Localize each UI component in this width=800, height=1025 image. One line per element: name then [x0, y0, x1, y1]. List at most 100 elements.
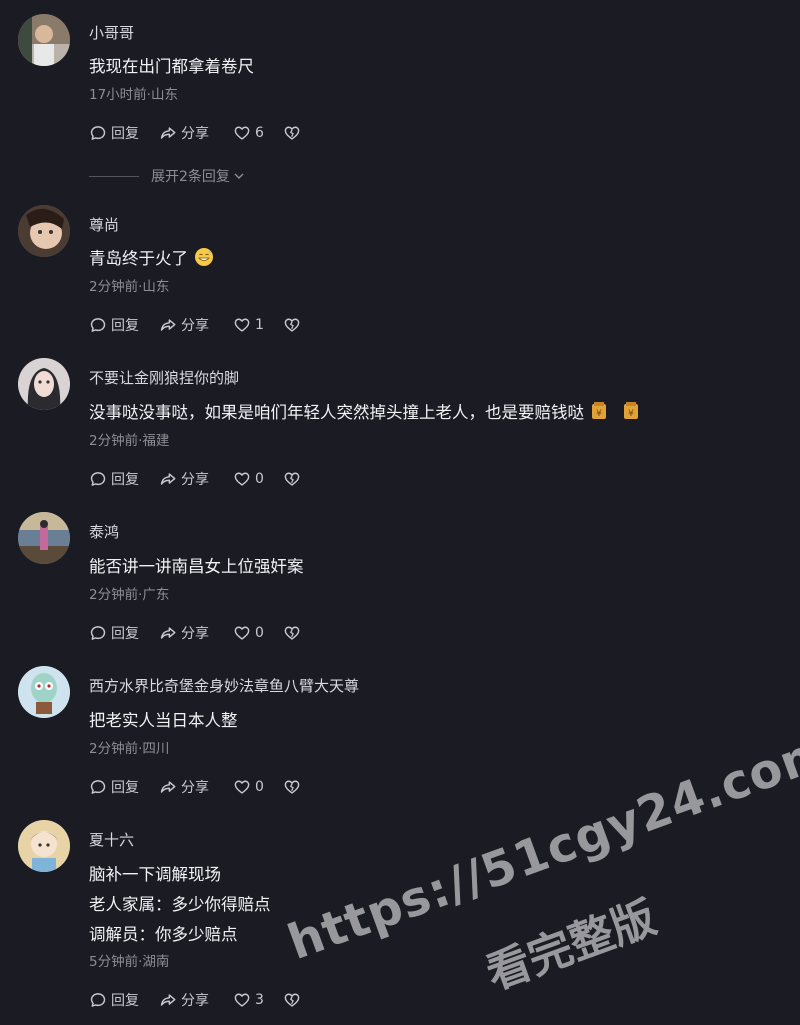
comment-meta: 5分钟前·湖南	[89, 954, 170, 970]
heart-icon	[233, 316, 251, 334]
comment-meta: 2分钟前·广东	[89, 587, 170, 603]
reply-button[interactable]: 回复	[89, 989, 139, 1011]
like-count: 1	[255, 317, 264, 333]
dislike-button[interactable]	[283, 776, 301, 798]
share-icon	[159, 991, 177, 1009]
comment-item: 小哥哥 我现在出门都拿着卷尺 17小时前·山东 回复 分享 6 展开2条回复	[0, 0, 800, 190]
comment-meta: 2分钟前·山东	[89, 279, 170, 295]
comment-actions: 回复 分享 0	[89, 622, 329, 644]
money-bag-emoji-icon: ¥	[624, 402, 638, 419]
username[interactable]: 小哥哥	[89, 22, 134, 43]
comment-actions: 回复 分享 0	[89, 468, 329, 490]
share-icon	[159, 470, 177, 488]
dislike-button[interactable]	[283, 122, 301, 144]
sweat-smile-emoji-icon	[195, 248, 213, 266]
avatar[interactable]	[18, 666, 70, 718]
reply-label: 回复	[111, 472, 139, 488]
reply-button[interactable]: 回复	[89, 776, 139, 798]
reply-button[interactable]: 回复	[89, 122, 139, 144]
comment-meta: 17小时前·山东	[89, 87, 178, 103]
dislike-button[interactable]	[283, 622, 301, 644]
comment-item: 西方水界比奇堡金身妙法章鱼八臂大天尊 把老实人当日本人整 2分钟前·四川 回复 …	[0, 658, 800, 808]
avatar[interactable]	[18, 205, 70, 257]
share-label: 分享	[181, 626, 209, 642]
comment-text: 青岛终于火了	[89, 245, 214, 269]
like-button[interactable]: 6	[233, 122, 264, 144]
dislike-button[interactable]	[283, 989, 301, 1011]
broken-heart-icon	[283, 778, 301, 796]
like-button[interactable]: 0	[233, 622, 264, 644]
reply-button[interactable]: 回复	[89, 622, 139, 644]
like-count: 6	[255, 125, 264, 141]
broken-heart-icon	[283, 991, 301, 1009]
share-button[interactable]: 分享	[159, 776, 209, 798]
comment-meta: 2分钟前·四川	[89, 741, 170, 757]
comment-text-content: 青岛终于火了	[89, 249, 188, 268]
comment-actions: 回复 分享 0	[89, 776, 329, 798]
svg-text:¥: ¥	[596, 409, 602, 419]
avatar[interactable]	[18, 512, 70, 564]
broken-heart-icon	[283, 470, 301, 488]
reply-label: 回复	[111, 993, 139, 1009]
reply-label: 回复	[111, 318, 139, 334]
money-bag-emoji-icon: ¥	[592, 402, 606, 419]
like-button[interactable]: 0	[233, 468, 264, 490]
username[interactable]: 西方水界比奇堡金身妙法章鱼八臂大天尊	[89, 675, 359, 696]
divider	[89, 175, 139, 177]
comment-actions: 回复 分享 3	[89, 989, 329, 1011]
avatar[interactable]	[18, 820, 70, 872]
comment-text: 调解员：你多少赔点	[89, 925, 238, 944]
avatar[interactable]	[18, 358, 70, 410]
expand-replies-label: 展开2条回复	[151, 169, 230, 185]
share-button[interactable]: 分享	[159, 468, 209, 490]
like-button[interactable]: 3	[233, 989, 264, 1011]
comment-actions: 回复 分享 1	[89, 314, 329, 336]
reply-icon	[89, 624, 107, 642]
share-icon	[159, 624, 177, 642]
share-button[interactable]: 分享	[159, 989, 209, 1011]
reply-button[interactable]: 回复	[89, 314, 139, 336]
share-icon	[159, 778, 177, 796]
dislike-button[interactable]	[283, 468, 301, 490]
dislike-button[interactable]	[283, 314, 301, 336]
username[interactable]: 不要让金刚狼捏你的脚	[89, 367, 239, 388]
share-label: 分享	[181, 318, 209, 334]
comment-item: 泰鸿 能否讲一讲南昌女上位强奸案 2分钟前·广东 回复 分享 0	[0, 504, 800, 654]
like-button[interactable]: 0	[233, 776, 264, 798]
share-button[interactable]: 分享	[159, 622, 209, 644]
username[interactable]: 尊尚	[89, 214, 119, 235]
share-icon	[159, 124, 177, 142]
reply-icon	[89, 470, 107, 488]
heart-icon	[233, 991, 251, 1009]
reply-button[interactable]: 回复	[89, 468, 139, 490]
comment-item: 不要让金刚狼捏你的脚 没事哒没事哒，如果是咱们年轻人突然掉头撞上老人，也是要赔钱…	[0, 350, 800, 500]
username[interactable]: 泰鸿	[89, 521, 119, 542]
expand-replies-button[interactable]: 展开2条回复	[89, 166, 245, 186]
heart-icon	[233, 778, 251, 796]
share-label: 分享	[181, 126, 209, 142]
reply-label: 回复	[111, 780, 139, 796]
share-button[interactable]: 分享	[159, 122, 209, 144]
broken-heart-icon	[283, 624, 301, 642]
like-count: 0	[255, 625, 264, 641]
comment-text: 脑补一下调解现场	[89, 865, 221, 884]
avatar[interactable]	[18, 14, 70, 66]
comment-text: 没事哒没事哒，如果是咱们年轻人突然掉头撞上老人，也是要赔钱哒 ¥ ¥	[89, 399, 640, 423]
comment-text: 我现在出门都拿着卷尺	[89, 57, 254, 76]
share-button[interactable]: 分享	[159, 314, 209, 336]
username[interactable]: 夏十六	[89, 829, 134, 850]
chevron-down-icon	[233, 170, 245, 182]
like-count: 0	[255, 471, 264, 487]
share-icon	[159, 316, 177, 334]
like-button[interactable]: 1	[233, 314, 264, 336]
like-count: 0	[255, 779, 264, 795]
reply-icon	[89, 316, 107, 334]
comment-text-content: 没事哒没事哒，如果是咱们年轻人突然掉头撞上老人，也是要赔钱哒	[89, 403, 584, 422]
share-label: 分享	[181, 780, 209, 796]
reply-label: 回复	[111, 626, 139, 642]
comment-item: 夏十六 脑补一下调解现场 老人家属：多少你得赔点 调解员：你多少赔点 5分钟前·…	[0, 812, 800, 1025]
reply-icon	[89, 124, 107, 142]
comment-text: 老人家属：多少你得赔点	[89, 895, 271, 914]
broken-heart-icon	[283, 124, 301, 142]
heart-icon	[233, 124, 251, 142]
